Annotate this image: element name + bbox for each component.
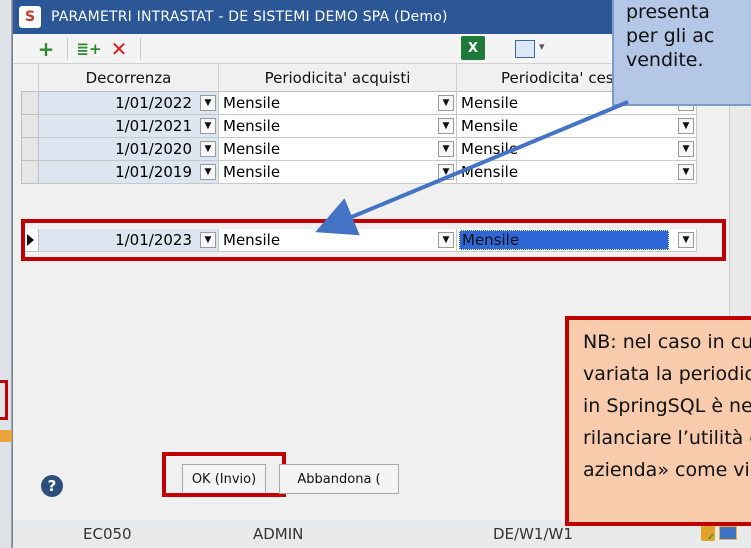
row-selector[interactable] bbox=[21, 161, 39, 184]
toolbar-separator bbox=[67, 37, 68, 60]
chevron-down-icon[interactable]: ▼ bbox=[438, 141, 454, 157]
grid-settings-icon[interactable] bbox=[515, 40, 535, 58]
excel-export-icon[interactable]: X bbox=[461, 36, 485, 60]
callout-top-note: presenta per gli ac vendite. bbox=[612, 0, 751, 106]
decorrenza-value: 1/01/2021 bbox=[115, 117, 192, 135]
callout-bottom-line: NB: nel caso in cui sia sta bbox=[583, 331, 751, 353]
chevron-down-icon[interactable]: ▼ bbox=[200, 95, 216, 111]
table-row[interactable]: 1/01/2022 ▼ Mensile ▼ Mensile ▼ bbox=[21, 92, 707, 115]
delete-icon[interactable]: ✕ bbox=[104, 36, 134, 62]
callout-bottom-note: NB: nel caso in cui sia sta variata la p… bbox=[565, 316, 751, 526]
chevron-down-icon[interactable]: ▼ bbox=[438, 118, 454, 134]
chevron-down-icon[interactable]: ▼ bbox=[200, 164, 216, 180]
app-logo-icon: S bbox=[19, 6, 41, 28]
acquisti-value: Mensile bbox=[223, 117, 281, 135]
chevron-down-icon[interactable]: ▼ bbox=[678, 118, 694, 134]
row-selector[interactable] bbox=[21, 115, 39, 138]
chevron-down-icon[interactable]: ▼ bbox=[438, 95, 454, 111]
callout-bottom-line: azienda» come visto a pa bbox=[583, 459, 751, 481]
highlight-new-row-box bbox=[21, 219, 726, 261]
cancel-button[interactable]: Abbandona ( bbox=[279, 464, 399, 494]
cessioni-value: Mensile bbox=[461, 94, 519, 112]
callout-top-line: presenta bbox=[626, 1, 710, 23]
callout-bottom-line: variata la periodicità INTR bbox=[583, 363, 751, 385]
callout-bottom-line: rilanciare l’utilità di «Avvi bbox=[583, 427, 751, 449]
background-window-strip bbox=[0, 0, 12, 548]
callout-top-line: vendite. bbox=[626, 49, 704, 71]
table-row[interactable]: 1/01/2020 ▼ Mensile ▼ Mensile ▼ bbox=[21, 138, 707, 161]
column-header-periodicita-acquisti[interactable]: Periodicita' acquisti bbox=[219, 64, 457, 92]
acquisti-value: Mensile bbox=[223, 94, 281, 112]
highlight-ok-box bbox=[162, 452, 286, 497]
chevron-down-icon[interactable]: ▼ bbox=[678, 141, 694, 157]
toolbar-separator bbox=[140, 37, 141, 60]
chevron-down-icon[interactable]: ▼ bbox=[678, 164, 694, 180]
decorrenza-cell[interactable]: 1/01/2021 ▼ bbox=[39, 115, 219, 138]
background-toolbar-fragment bbox=[0, 430, 12, 442]
acquisti-cell[interactable]: Mensile ▼ bbox=[219, 92, 457, 115]
acquisti-cell[interactable]: Mensile ▼ bbox=[219, 161, 457, 184]
cessioni-cell[interactable]: Mensile ▼ bbox=[457, 138, 697, 161]
cessioni-value: Mensile bbox=[461, 163, 519, 181]
row-selector[interactable] bbox=[21, 138, 39, 161]
database-status-icon: ✓ bbox=[701, 525, 715, 543]
row-header-corner bbox=[21, 64, 39, 92]
cessioni-value: Mensile bbox=[461, 117, 519, 135]
screenshot-stage: S PARAMETRI INTRASTAT - DE SISTEMI DEMO … bbox=[0, 0, 751, 548]
decorrenza-value: 1/01/2022 bbox=[115, 94, 192, 112]
decorrenza-cell[interactable]: 1/01/2020 ▼ bbox=[39, 138, 219, 161]
status-path: DE/W1/W1 bbox=[493, 525, 573, 543]
acquisti-cell[interactable]: Mensile ▼ bbox=[219, 138, 457, 161]
chevron-down-icon[interactable]: ▾ bbox=[539, 40, 545, 53]
status-user: ADMIN bbox=[253, 525, 304, 543]
window-title: PARAMETRI INTRASTAT - DE SISTEMI DEMO SP… bbox=[51, 9, 448, 25]
table-row[interactable]: 1/01/2019 ▼ Mensile ▼ Mensile ▼ bbox=[21, 161, 707, 184]
table-row[interactable]: 1/01/2021 ▼ Mensile ▼ Mensile ▼ bbox=[21, 115, 707, 138]
decorrenza-value: 1/01/2019 bbox=[115, 163, 192, 181]
chevron-down-icon[interactable]: ▼ bbox=[438, 164, 454, 180]
acquisti-value: Mensile bbox=[223, 140, 281, 158]
cessioni-cell[interactable]: Mensile ▼ bbox=[457, 161, 697, 184]
insert-row-icon[interactable]: ≣+ bbox=[74, 36, 104, 62]
callout-bottom-line: in SpringSQL è necessario bbox=[583, 395, 751, 417]
decorrenza-cell[interactable]: 1/01/2022 ▼ bbox=[39, 92, 219, 115]
chevron-down-icon[interactable]: ▼ bbox=[200, 141, 216, 157]
chevron-down-icon[interactable]: ▼ bbox=[200, 118, 216, 134]
plus-icon[interactable]: + bbox=[31, 36, 61, 62]
cessioni-cell[interactable]: Mensile ▼ bbox=[457, 115, 697, 138]
callout-top-line: per gli ac bbox=[626, 25, 715, 47]
status-company: EC050 bbox=[83, 525, 132, 543]
help-icon[interactable]: ? bbox=[41, 475, 63, 497]
acquisti-cell[interactable]: Mensile ▼ bbox=[219, 115, 457, 138]
background-red-highlight bbox=[0, 380, 8, 420]
row-selector[interactable] bbox=[21, 92, 39, 115]
monitor-icon bbox=[719, 526, 737, 540]
decorrenza-cell[interactable]: 1/01/2019 ▼ bbox=[39, 161, 219, 184]
column-header-decorrenza[interactable]: Decorrenza bbox=[39, 64, 219, 92]
acquisti-value: Mensile bbox=[223, 163, 281, 181]
cessioni-value: Mensile bbox=[461, 140, 519, 158]
decorrenza-value: 1/01/2020 bbox=[115, 140, 192, 158]
